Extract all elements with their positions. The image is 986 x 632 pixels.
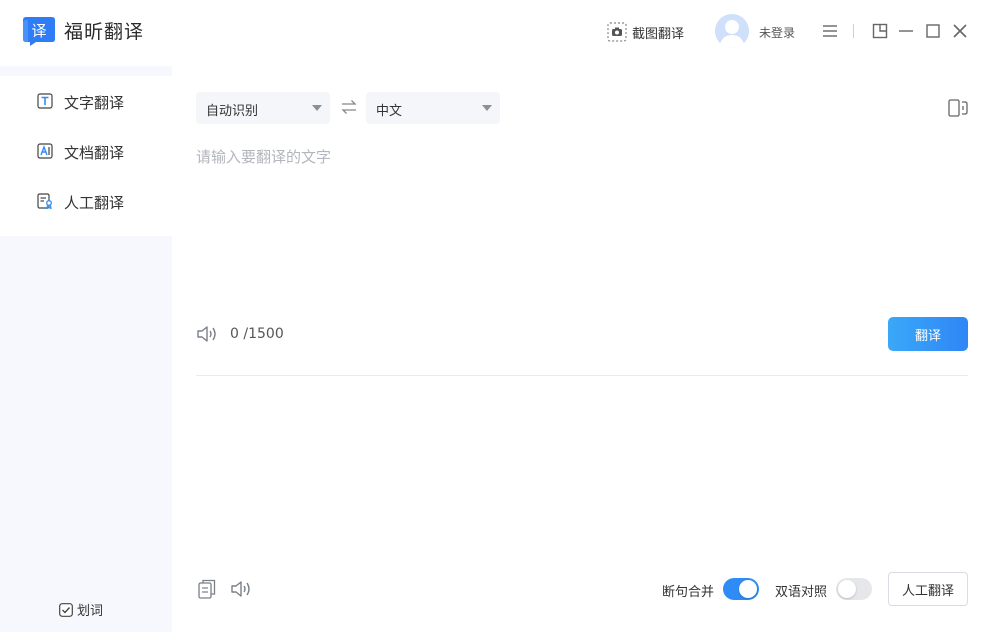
screenshot-translate-button[interactable]: 截图翻译 <box>607 21 684 43</box>
sentence-merge-label: 断句合并 <box>662 585 715 600</box>
speaker-icon[interactable] <box>230 579 254 599</box>
checkbox-checked-icon <box>59 602 73 617</box>
sentence-merge-toggle[interactable] <box>723 578 759 600</box>
chevron-down-icon <box>482 105 492 111</box>
user-avatar-icon <box>715 14 749 48</box>
source-language-select[interactable]: 自动识别 <box>196 92 330 124</box>
minimize-icon[interactable] <box>897 22 915 40</box>
menu-icon[interactable] <box>821 22 839 40</box>
maximize-icon[interactable] <box>924 22 942 40</box>
close-icon[interactable] <box>951 22 969 40</box>
title-bar: 译 福昕翻译 截图翻译 未登录 <box>0 0 986 64</box>
word-pick-checkbox[interactable]: 划词 <box>59 600 103 619</box>
target-language-value: 中文 <box>376 104 403 119</box>
layout-switch-icon[interactable] <box>948 99 968 117</box>
sidebar: 文字翻译 文档翻译 人工翻译 划词 <box>0 66 172 632</box>
sidebar-item-label: 人工翻译 <box>64 194 125 212</box>
word-pick-label: 划词 <box>77 604 104 619</box>
panel-divider <box>196 375 968 376</box>
char-counter: 0 /1500 <box>230 326 284 342</box>
app-title: 福昕翻译 <box>64 21 145 43</box>
copy-icon[interactable] <box>198 579 216 599</box>
translate-button[interactable]: 翻译 <box>888 317 968 351</box>
login-status[interactable]: 未登录 <box>759 24 795 41</box>
char-count: 0 <box>230 326 239 342</box>
titlebar-divider <box>853 24 854 38</box>
avatar[interactable] <box>715 14 749 48</box>
app-logo-icon: 译 <box>23 17 55 46</box>
swap-languages-icon[interactable] <box>340 99 358 115</box>
logo-glyph: 译 <box>31 22 46 40</box>
char-limit: /1500 <box>243 326 284 342</box>
chevron-down-icon <box>312 105 322 111</box>
toggle-knob <box>838 580 856 598</box>
toggle-knob <box>739 580 757 598</box>
human-translate-icon <box>37 193 52 209</box>
bilingual-label: 双语对照 <box>775 585 828 600</box>
human-translate-button[interactable]: 人工翻译 <box>888 572 968 606</box>
sidebar-item-text-translate[interactable]: 文字翻译 <box>0 76 172 126</box>
translate-panel: 自动识别 中文 0 /1500 翻译 断句合并 双语对照 <box>172 66 986 632</box>
document-translate-icon <box>37 143 53 159</box>
speaker-icon[interactable] <box>196 324 220 344</box>
mini-mode-icon[interactable] <box>871 22 889 40</box>
source-language-value: 自动识别 <box>206 104 259 119</box>
screenshot-translate-label: 截图翻译 <box>632 26 685 42</box>
sidebar-item-label: 文字翻译 <box>64 94 125 112</box>
bilingual-toggle[interactable] <box>836 578 872 600</box>
source-text-input[interactable] <box>196 146 966 296</box>
target-language-select[interactable]: 中文 <box>366 92 500 124</box>
camera-icon <box>607 22 627 42</box>
sidebar-nav: 文字翻译 文档翻译 人工翻译 <box>0 76 172 236</box>
sidebar-item-human-translate[interactable]: 人工翻译 <box>0 176 172 226</box>
sidebar-item-document-translate[interactable]: 文档翻译 <box>0 126 172 176</box>
text-translate-icon <box>37 93 53 109</box>
sidebar-item-label: 文档翻译 <box>64 144 125 162</box>
